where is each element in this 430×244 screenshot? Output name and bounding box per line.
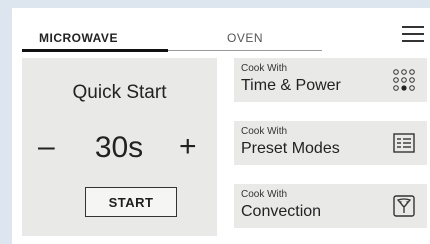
tab-microwave[interactable]: MICROWAVE xyxy=(39,31,118,45)
card-subtitle: Cook With xyxy=(241,126,288,137)
quick-start-title: Quick Start xyxy=(72,82,167,103)
card-subtitle: Cook With xyxy=(241,189,288,200)
start-button[interactable]: START xyxy=(85,187,177,217)
increase-time-button[interactable]: + xyxy=(179,130,197,164)
preset-list-icon xyxy=(393,133,415,153)
card-subtitle: Cook With xyxy=(241,63,288,74)
cook-with-convection-card[interactable]: Cook With Convection xyxy=(234,184,427,228)
cooking-panel: MICROWAVE OVEN Quick Start – 30s + START… xyxy=(12,8,430,244)
card-title: Preset Modes xyxy=(241,140,340,157)
hamburger-menu-icon[interactable] xyxy=(402,26,424,42)
quick-start-panel: Quick Start – 30s + START xyxy=(22,58,217,236)
cook-with-time-power-card[interactable]: Cook With Time & Power xyxy=(234,58,427,102)
card-title: Convection xyxy=(241,203,322,220)
time-stepper: – 30s + xyxy=(22,130,217,170)
power-level-dots-icon xyxy=(393,69,415,91)
active-tab-indicator xyxy=(22,49,168,52)
cook-with-preset-modes-card[interactable]: Cook With Preset Modes xyxy=(234,121,427,165)
convection-fan-icon xyxy=(393,195,415,217)
time-value: 30s xyxy=(94,131,144,164)
tab-oven[interactable]: OVEN xyxy=(227,31,263,45)
card-title: Time & Power xyxy=(241,77,341,94)
mode-tabs: MICROWAVE OVEN xyxy=(22,20,322,52)
decrease-time-button[interactable]: – xyxy=(38,130,55,164)
